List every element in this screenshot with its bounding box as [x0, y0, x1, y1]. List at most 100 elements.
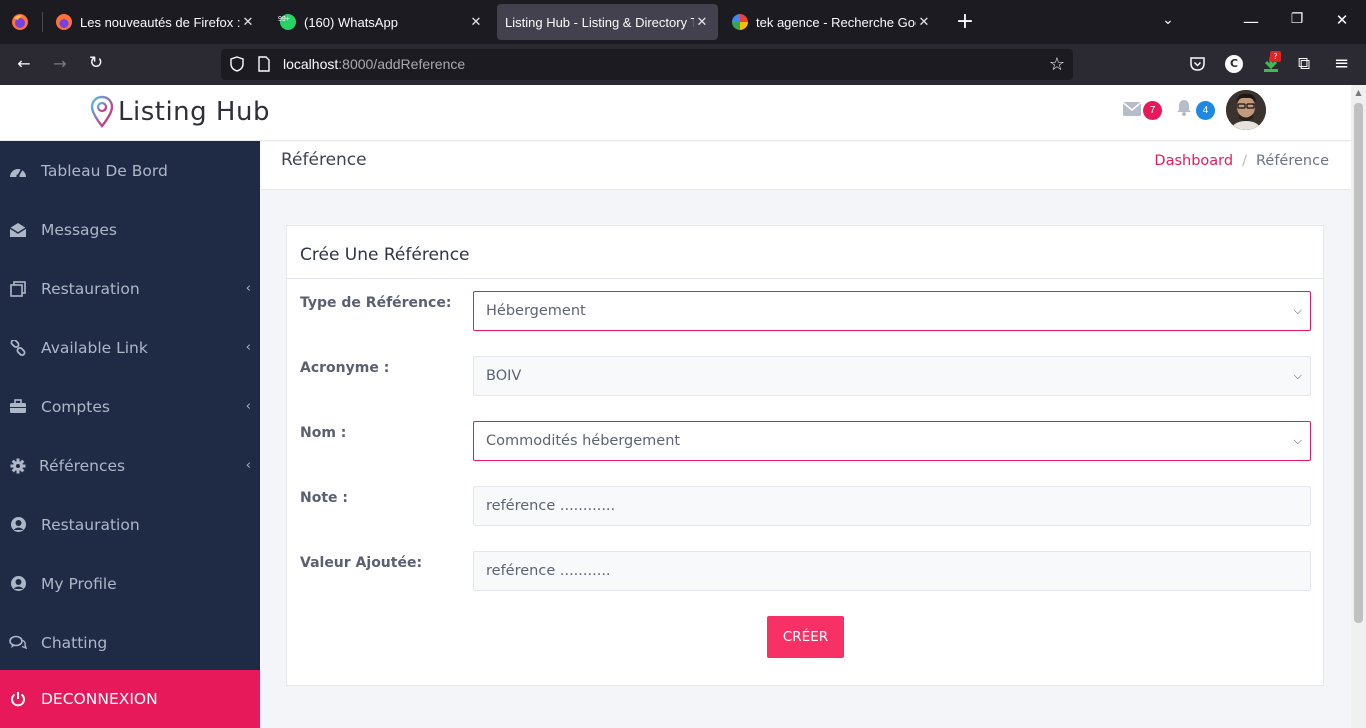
link-icon: [9, 339, 27, 357]
sidebar-item-tableau-de-bord[interactable]: Tableau De Bord: [0, 141, 260, 200]
chevron-down-icon: ⌵: [1293, 434, 1302, 447]
url-path: :8000/addReference: [338, 56, 466, 72]
avatar[interactable]: [1226, 90, 1266, 130]
sidebar-item-label: Restauration: [41, 515, 140, 534]
nom-select[interactable]: Commodités hébergement ⌵: [473, 421, 1311, 461]
notification-count-badge: 4: [1196, 101, 1215, 120]
scroll-up-icon[interactable]: ▲: [1354, 88, 1363, 97]
url-text[interactable]: localhost:8000/addReference: [283, 56, 465, 72]
download-extension-icon[interactable]: ?: [1261, 51, 1281, 78]
create-button[interactable]: CRÉER: [767, 616, 844, 658]
back-arrow-icon[interactable]: ←: [14, 54, 34, 73]
page-icon[interactable]: [257, 56, 271, 76]
sidebar-item-available-link[interactable]: Available Link ‹: [0, 318, 260, 377]
sidebar-item-label: Chatting: [41, 633, 108, 652]
scrollbar-thumb[interactable]: [1354, 103, 1363, 623]
sidebar-item-label: Restauration: [41, 279, 140, 298]
close-window-icon[interactable]: ✕: [1332, 11, 1352, 29]
logout-button[interactable]: DECONNEXION: [0, 670, 260, 728]
chevron-left-icon[interactable]: ‹: [246, 458, 251, 473]
bookmark-star-icon[interactable]: ☆: [1049, 54, 1065, 75]
chat-icon: [9, 634, 27, 652]
note-input[interactable]: reférence ............: [473, 486, 1311, 526]
page-heading-bar: Référence Dashboard / Référence: [261, 142, 1351, 190]
breadcrumb-dashboard-link[interactable]: Dashboard: [1154, 153, 1233, 169]
acronyme-label: Acronyme :: [300, 360, 390, 376]
extension-c-icon[interactable]: C: [1225, 55, 1243, 73]
forward-arrow-icon[interactable]: →: [50, 54, 70, 73]
type-reference-value: Hébergement: [486, 303, 586, 319]
nom-label: Nom :: [300, 425, 347, 441]
briefcase-icon: [9, 398, 27, 416]
tab-google-search[interactable]: tek agence - Recherche Google ✕: [722, 4, 940, 40]
page-scrollbar[interactable]: ▲: [1351, 85, 1366, 728]
restore-window-icon[interactable]: ❐: [1287, 11, 1307, 27]
sidebar-item-restauration[interactable]: Restauration: [0, 495, 260, 554]
page-title: Référence: [281, 150, 367, 170]
pocket-icon[interactable]: [1189, 56, 1206, 76]
list-tabs-icon[interactable]: ⌄: [1158, 12, 1178, 28]
user-circle-icon: [9, 575, 27, 593]
chevron-left-icon[interactable]: ‹: [246, 281, 251, 296]
browser-nav-bar: ← → ↻ localhost:8000/addReference ☆ C ? …: [0, 44, 1366, 85]
sidebar-item-label: Références: [39, 456, 126, 475]
dashboard-icon: [9, 162, 27, 180]
sidebar-item-label: Messages: [41, 220, 118, 239]
hamburger-menu-icon[interactable]: ≡: [1334, 53, 1349, 74]
sidebar-item-label: Available Link: [41, 338, 148, 357]
breadcrumb-separator: /: [1242, 153, 1247, 169]
tab-separator: [42, 12, 43, 32]
close-tab-icon[interactable]: ✕: [240, 15, 256, 30]
url-host: localhost: [283, 56, 339, 72]
chevron-down-icon: ⌵: [1293, 369, 1302, 382]
acronyme-value: BOIV: [486, 368, 522, 384]
sidebar-item-references[interactable]: Références ‹: [0, 436, 260, 495]
sidebar-item-my-profile[interactable]: My Profile: [0, 554, 260, 613]
sidebar-item-comptes[interactable]: Comptes ‹: [0, 377, 260, 436]
tab-whatsapp[interactable]: 99+ (160) WhatsApp ✕: [270, 4, 492, 40]
close-tab-icon[interactable]: ✕: [916, 15, 932, 30]
tab-listing-hub[interactable]: Listing Hub - Listing & Directory Ter ✕: [497, 4, 718, 40]
breadcrumb-current: Référence: [1255, 153, 1329, 169]
minimize-window-icon[interactable]: —: [1241, 12, 1261, 31]
divider: [287, 278, 1323, 279]
sidebar-item-label: Tableau De Bord: [41, 161, 168, 180]
valeur-ajoutee-input[interactable]: reférence ...........: [473, 551, 1311, 591]
chevron-left-icon[interactable]: ‹: [246, 399, 251, 414]
url-bar[interactable]: localhost:8000/addReference ☆: [221, 49, 1073, 80]
close-tab-icon[interactable]: ✕: [694, 15, 710, 30]
create-reference-card: Crée Une Référence Type de Référence: Hé…: [286, 225, 1324, 686]
note-placeholder: reférence ............: [486, 498, 616, 514]
firefox-icon: [56, 14, 72, 30]
type-reference-label: Type de Référence:: [300, 295, 452, 311]
tab-title: tek agence - Recherche Google: [756, 14, 916, 30]
card-title: Crée Une Référence: [300, 245, 470, 265]
chevron-left-icon[interactable]: ‹: [246, 340, 251, 355]
extensions-puzzle-icon[interactable]: ⧉: [1298, 54, 1310, 74]
tab-firefox-news[interactable]: Les nouveautés de Firefox : enco ✕: [46, 4, 264, 40]
tab-title: (160) WhatsApp: [304, 14, 398, 30]
browser-tab-bar: Les nouveautés de Firefox : enco ✕ 99+ (…: [0, 0, 1366, 44]
envelope-icon[interactable]: [1123, 101, 1141, 120]
sidebar-item-messages[interactable]: Messages: [0, 200, 260, 259]
new-tab-button[interactable]: +: [954, 9, 976, 35]
sidebar-item-restauration-menu[interactable]: Restauration ‹: [0, 259, 260, 318]
type-reference-select[interactable]: Hébergement ⌵: [473, 291, 1311, 331]
acronyme-select[interactable]: BOIV ⌵: [473, 356, 1311, 396]
clone-icon: [9, 280, 27, 298]
valeur-ajoutee-placeholder: reférence ...........: [486, 563, 611, 579]
chevron-down-icon: ⌵: [1293, 304, 1302, 317]
breadcrumb: Dashboard / Référence: [1154, 153, 1329, 169]
sidebar-item-chatting[interactable]: Chatting: [0, 613, 260, 672]
tab-title: Listing Hub - Listing & Directory Ter: [505, 14, 694, 30]
firefox-menu-icon[interactable]: [10, 12, 30, 32]
close-tab-icon[interactable]: ✕: [468, 15, 484, 30]
logo-text: Listing Hub: [118, 97, 270, 127]
sidebar-item-label: Comptes: [41, 397, 110, 416]
user-circle-icon: [9, 516, 27, 534]
reload-icon[interactable]: ↻: [86, 53, 106, 73]
envelope-open-icon: [9, 221, 27, 239]
bell-icon[interactable]: [1176, 99, 1192, 120]
logo[interactable]: Listing Hub: [90, 95, 270, 129]
shield-icon[interactable]: [229, 56, 245, 76]
